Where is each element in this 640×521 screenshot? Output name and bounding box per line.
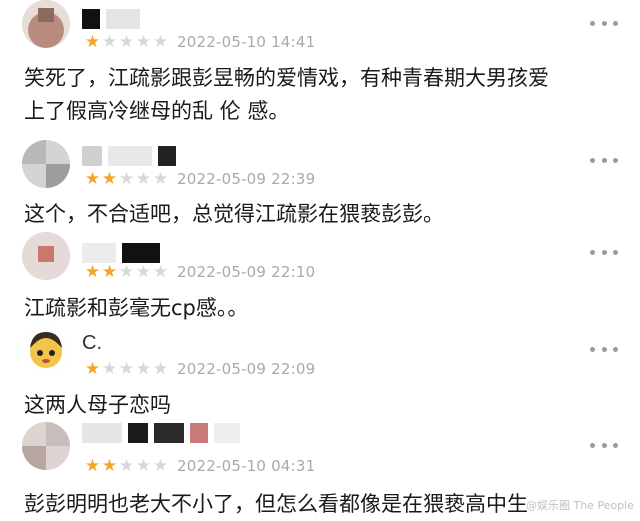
avatar[interactable]: [22, 422, 70, 470]
star-icon: ★: [152, 261, 169, 282]
avatar[interactable]: [22, 0, 70, 48]
comment-text-line: 笑死了，江疏影跟彭昱畅的爱情戏，有种青春期大男孩爱: [24, 66, 549, 90]
comment-meta: ★ ★ ★ ★ ★ 2022-05-09 22:10: [84, 261, 315, 283]
comment-text-line: 这个，不合适吧，总觉得江疏影在猥亵彭彭。: [24, 202, 444, 226]
star-icon: ★: [135, 261, 152, 282]
star-icon: ★: [135, 455, 152, 476]
comment-date: 2022-05-09 22:09: [177, 360, 316, 378]
star-icon: ★: [118, 261, 135, 282]
more-options-icon[interactable]: [590, 440, 618, 450]
more-options-icon[interactable]: [590, 247, 618, 257]
more-options-icon[interactable]: [590, 155, 618, 165]
star-icon: ★: [101, 455, 118, 476]
comment-date: 2022-05-09 22:39: [177, 170, 316, 188]
star-icon: ★: [152, 358, 169, 379]
comment-text-line: 江疏影和彭毫无cp感。。: [24, 296, 249, 320]
star-icon: ★: [101, 31, 118, 52]
rating-stars: ★ ★ ★ ★ ★: [84, 455, 169, 476]
comment-text: 这两人母子恋吗: [24, 389, 624, 422]
star-icon: ★: [84, 261, 101, 282]
username-text[interactable]: C.: [82, 332, 102, 355]
star-icon: ★: [84, 358, 101, 379]
comment-date: 2022-05-10 14:41: [177, 33, 316, 51]
username-redacted[interactable]: [82, 420, 246, 446]
comment-text: 江疏影和彭毫无cp感。。: [24, 292, 624, 325]
comment-text-line: 上了假高冷继母的乱 伦 感。: [24, 99, 290, 123]
comment-meta: ★ ★ ★ ★ ★ 2022-05-10 04:31: [84, 455, 315, 477]
comment-meta: ★ ★ ★ ★ ★ 2022-05-10 14:41: [84, 31, 315, 53]
star-icon: ★: [101, 358, 118, 379]
star-icon: ★: [152, 168, 169, 189]
star-icon: ★: [135, 168, 152, 189]
comment-meta: ★ ★ ★ ★ ★ 2022-05-09 22:09: [84, 358, 315, 380]
star-icon: ★: [152, 455, 169, 476]
rating-stars: ★ ★ ★ ★ ★: [84, 358, 169, 379]
comment-text: 笑死了，江疏影跟彭昱畅的爱情戏，有种青春期大男孩爱 上了假高冷继母的乱 伦 感。: [24, 62, 624, 128]
comment-date: 2022-05-09 22:10: [177, 263, 316, 281]
star-icon: ★: [118, 358, 135, 379]
comment-text-line: 这两人母子恋吗: [24, 393, 171, 417]
star-icon: ★: [101, 261, 118, 282]
star-icon: ★: [84, 31, 101, 52]
avatar[interactable]: [22, 140, 70, 188]
username-redacted[interactable]: [82, 143, 182, 169]
star-icon: ★: [118, 455, 135, 476]
star-icon: ★: [135, 31, 152, 52]
avatar[interactable]: [22, 232, 70, 280]
star-icon: ★: [152, 31, 169, 52]
avatar[interactable]: [22, 326, 70, 374]
star-icon: ★: [118, 168, 135, 189]
star-icon: ★: [101, 168, 118, 189]
star-icon: ★: [84, 455, 101, 476]
rating-stars: ★ ★ ★ ★ ★: [84, 261, 169, 282]
comment-meta: ★ ★ ★ ★ ★ 2022-05-09 22:39: [84, 168, 315, 190]
rating-stars: ★ ★ ★ ★ ★: [84, 31, 169, 52]
more-options-icon[interactable]: [590, 344, 618, 354]
star-icon: ★: [84, 168, 101, 189]
comment-feed: ★ ★ ★ ★ ★ 2022-05-10 14:41 笑死了，江疏影跟彭昱畅的爱…: [0, 0, 640, 521]
username-redacted[interactable]: [82, 6, 146, 32]
star-icon: ★: [118, 31, 135, 52]
more-options-icon[interactable]: [590, 18, 618, 28]
username[interactable]: C.: [82, 330, 102, 356]
comment-text: 这个，不合适吧，总觉得江疏影在猥亵彭彭。: [24, 198, 624, 231]
watermark: @娱乐圈 The People: [526, 499, 634, 512]
comment-date: 2022-05-10 04:31: [177, 457, 316, 475]
star-icon: ★: [135, 358, 152, 379]
rating-stars: ★ ★ ★ ★ ★: [84, 168, 169, 189]
